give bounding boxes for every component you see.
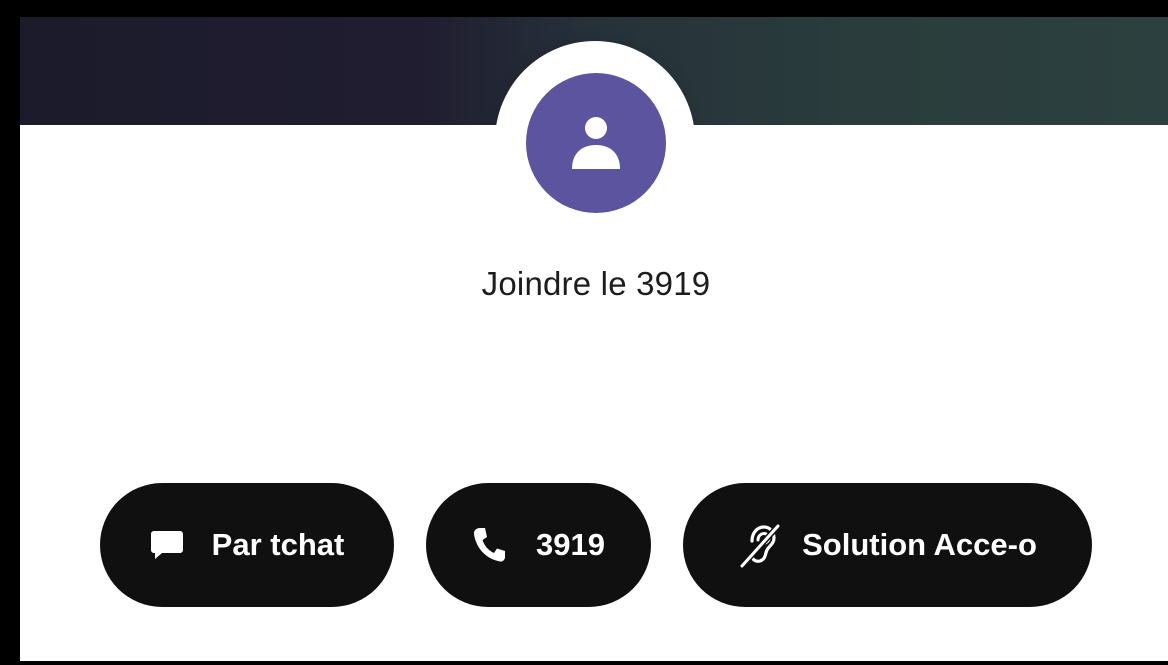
page-title: Joindre le 3919 <box>481 265 711 302</box>
chat-button[interactable]: Par tchat <box>100 483 394 607</box>
user-icon <box>572 117 620 169</box>
hearing-impaired-icon <box>738 521 782 569</box>
call-button[interactable]: 3919 <box>426 483 651 607</box>
acceo-button-label: Solution Acce-o <box>802 527 1037 562</box>
chat-button-label: Par tchat <box>211 527 345 562</box>
phone-icon <box>472 526 506 564</box>
contact-card: Joindre le 3919 Par tchat 3919 Solution … <box>20 17 1168 661</box>
acceo-button[interactable]: Solution Acce-o <box>683 483 1092 607</box>
chat-bubble-icon <box>150 528 184 562</box>
window-frame: Joindre le 3919 Par tchat 3919 Solution … <box>0 0 1168 665</box>
avatar <box>526 73 666 213</box>
call-button-label: 3919 <box>536 527 605 562</box>
